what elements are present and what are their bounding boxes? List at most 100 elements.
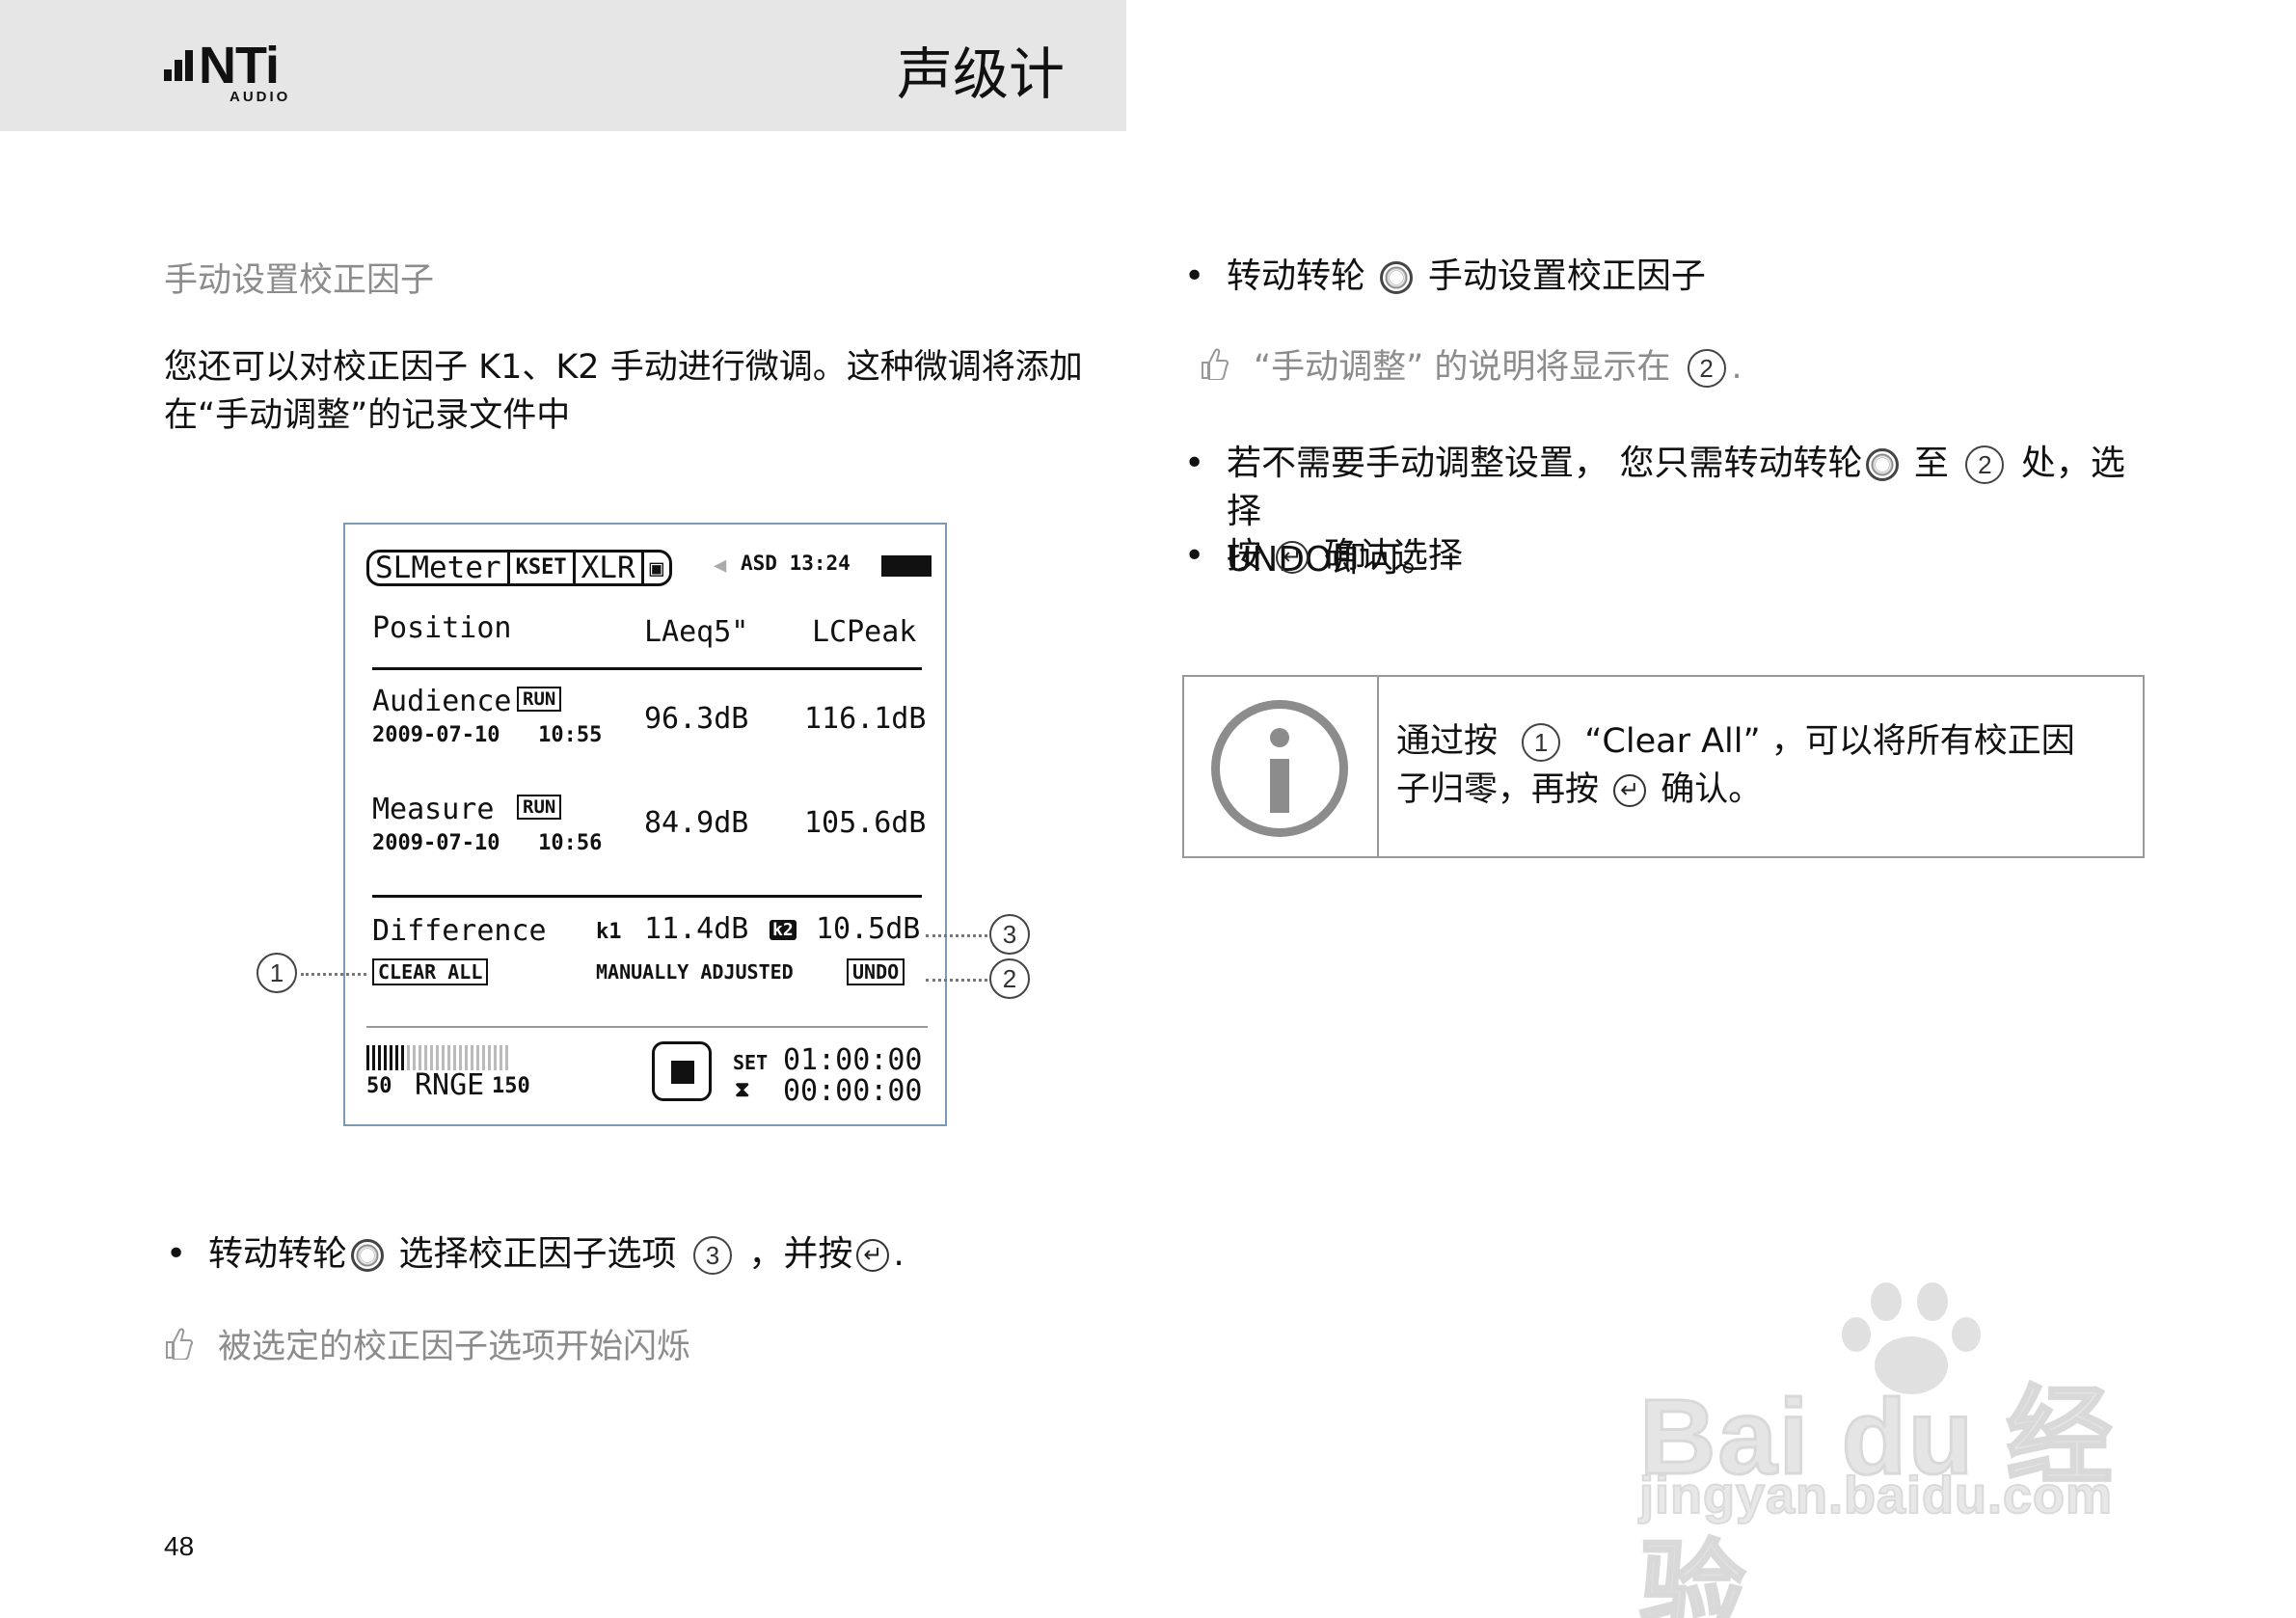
info-text-part: 通过按 (1396, 722, 1499, 761)
bullet-text: 至 (1913, 444, 1949, 483)
clear-all-button[interactable]: CLEAR ALL (372, 958, 489, 985)
undo-button[interactable]: UNDO (847, 958, 905, 985)
info-icon (1211, 700, 1348, 837)
col-position: Position (372, 611, 512, 645)
bullet-text: 确认选择 (1323, 536, 1463, 576)
right-bullet-confirm: • 按 ↵ 确认选择 (1184, 532, 1463, 580)
thumbs-up-icon (166, 1328, 193, 1360)
row-laeq: 96.3dB (644, 702, 749, 736)
number-circle: 2 (1687, 349, 1726, 388)
bullet-text: 转动转轮 (1227, 256, 1366, 296)
set-label: SET (733, 1051, 769, 1074)
callout-1-leader (301, 973, 366, 976)
stop-button[interactable] (652, 1041, 712, 1101)
callout-3-leader (926, 934, 987, 937)
difference-label: Difference (372, 914, 547, 948)
number-circle: 3 (692, 1236, 732, 1275)
k1-label: k1 (596, 920, 622, 944)
range-high: 150 (492, 1074, 530, 1098)
elapsed-time: 00:00:00 (783, 1074, 923, 1108)
k1-value[interactable]: 11.4dB (644, 912, 748, 946)
enter-icon: ↵ (1276, 541, 1310, 574)
number-circle: 1 (1522, 723, 1561, 762)
footer-divider (366, 1026, 928, 1028)
tab-xlr[interactable]: XLR (576, 553, 644, 583)
battery-icon (881, 555, 932, 577)
bullet-text: . (893, 1234, 905, 1274)
callout-2-leader (926, 979, 987, 982)
info-box: 通过按 1 “Clear All” ，可以将所有校正因 子归零，再按 ↵ 确认。 (1182, 675, 2145, 858)
k2-value[interactable]: 10.5dB (816, 912, 920, 946)
stop-icon (671, 1061, 694, 1084)
page-title: 声级计 (897, 41, 1066, 107)
tip-text: . (1731, 348, 1742, 387)
row-datetime: 2009-07-10 10:55 (372, 723, 603, 747)
wheel-icon (1380, 261, 1414, 294)
run-badge: RUN (517, 687, 562, 712)
col-laeq: LAeq5" (644, 615, 749, 649)
number-circle: 2 (1965, 445, 2005, 484)
tab-slmeter[interactable]: SLMeter (369, 553, 510, 583)
tip-text: 被选定的校正因子选项开始闪烁 (218, 1328, 691, 1366)
tab-save-icon[interactable]: ▣ (644, 553, 669, 583)
thumbs-up-icon (1202, 348, 1229, 380)
manually-adjusted-label: MANUALLY ADJUSTED (596, 960, 794, 984)
intro-paragraph: 您还可以对校正因子 K1、K2 手动进行微调。这种微调将添加在“手动调整”的记录… (164, 348, 1083, 435)
callout-2: 2 (989, 958, 1030, 999)
page-number: 48 (164, 1531, 195, 1561)
wheel-icon (351, 1239, 385, 1272)
callout-3: 3 (989, 914, 1030, 955)
col-lcpeak: LCPeak (812, 615, 917, 649)
enter-icon: ↵ (1613, 774, 1647, 807)
baidu-watermark: Bai du 经验 jingyan.baidu.com (1638, 1282, 2179, 1618)
range-low: 50 (366, 1074, 392, 1098)
k2-label: k2 (770, 920, 797, 940)
row-lcpeak: 116.1dB (804, 702, 927, 736)
wheel-icon (1866, 448, 1900, 481)
bullet-text: ，并按 (748, 1234, 853, 1274)
bullet-text: 转动转轮 (208, 1234, 348, 1274)
status-readout: ASD 13:24 (741, 552, 851, 575)
right-tip: “手动调整” 的说明将显示在 2. (1202, 343, 1742, 391)
bullet-text: 按 (1227, 536, 1262, 576)
bullet-text: 手动设置校正因子 (1427, 256, 1706, 296)
set-time: 01:00:00 (783, 1043, 923, 1077)
row-lcpeak: 105.6dB (804, 806, 927, 840)
elapsed-icon: ⧗ (735, 1078, 750, 1102)
logo-brand: NTi (199, 37, 280, 94)
section-title: 手动设置校正因子 (164, 261, 435, 300)
difference-divider (372, 895, 922, 898)
row-name: Measure (372, 793, 495, 826)
bullet-text: 选择校正因子选项 (398, 1234, 677, 1274)
speaker-icon: ◀ (714, 553, 727, 578)
callout-1: 1 (257, 953, 297, 993)
info-text-part: 确认。 (1661, 770, 1763, 809)
info-text: 通过按 1 “Clear All” ，可以将所有校正因 子归零，再按 ↵ 确认。 (1396, 717, 2129, 814)
tip-text: “手动调整” 的说明将显示在 (1254, 348, 1671, 387)
enter-icon: ↵ (856, 1239, 890, 1272)
logo-bars-icon (164, 50, 195, 81)
tab-kset[interactable]: KSET (510, 553, 576, 583)
logo-sub: AUDIO (230, 89, 291, 105)
info-text-part: 子归零，再按 (1396, 770, 1600, 809)
device-tabs: SLMeter KSET XLR ▣ (366, 550, 673, 586)
row-laeq: 84.9dB (644, 806, 749, 840)
info-box-icon-cell (1184, 677, 1379, 856)
bullet-dot: • (1184, 536, 1205, 576)
row-datetime: 2009-07-10 10:56 (372, 831, 603, 855)
bullet-text: 若不需要手动调整设置， 您只需转动转轮 (1227, 444, 1863, 483)
right-bullet-turn: • 转动转轮 手动设置校正因子 (1184, 253, 1706, 301)
range-label: RNGE (415, 1068, 485, 1102)
row-name: Audience (372, 685, 512, 718)
bullet-dot: • (1184, 256, 1205, 296)
device-screen: SLMeter KSET XLR ▣ ◀ ASD 13:24 Position … (343, 523, 947, 1126)
left-bullet-select: • 转动转轮 选择校正因子选项 3 ，并按 ↵. (166, 1230, 905, 1279)
bullet-dot: • (166, 1234, 187, 1274)
run-badge: RUN (517, 795, 562, 820)
bullet-dot: • (1184, 444, 1205, 483)
left-tip: 被选定的校正因子选项开始闪烁 (166, 1323, 691, 1371)
info-text-part: “Clear All” ，可以将所有校正因 (1584, 722, 2075, 761)
header-divider (372, 667, 922, 670)
nti-audio-logo: NTi AUDIO (164, 39, 309, 106)
watermark-url: jingyan.baidu.com (1638, 1466, 2114, 1525)
